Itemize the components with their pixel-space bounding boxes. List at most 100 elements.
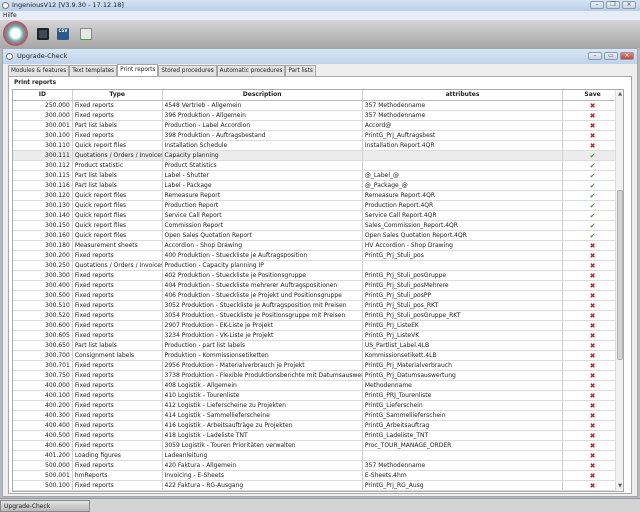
tab-stored-procedures[interactable]: Stored procedures [158, 65, 217, 76]
table-row[interactable]: 300.140 Quick report files Service Call Re… [13, 211, 623, 221]
cell-type: Fixed reports [73, 431, 163, 440]
table-row[interactable]: 500.000 Fixed reports 420 Faktura - Allgem… [13, 461, 623, 471]
table-row[interactable]: 500.100 Fixed reports 422 Faktura - RG-Aus… [13, 481, 623, 491]
table-row[interactable]: 300.000 Fixed reports 396 Produktion - All… [13, 111, 623, 121]
table-row[interactable]: 300.600 Fixed reports 2907 Produktion - EK… [13, 321, 623, 331]
table-row[interactable]: 300.001 Part list labels Production - Labe… [13, 121, 623, 131]
scrollbar-thumb[interactable] [617, 190, 623, 360]
restore-button[interactable]: ❐ [606, 1, 620, 9]
cell-id: 300.701 [13, 361, 73, 370]
csv-label: CSV [58, 28, 68, 33]
cell-attributes: Methodenname [363, 381, 564, 390]
table-row[interactable]: 400.100 Fixed reports 410 Logistik - Toure… [13, 391, 623, 401]
cell-type: Fixed reports [73, 331, 163, 340]
cell-save: ✖ [563, 121, 623, 130]
window-icon [6, 53, 13, 60]
mail-icon[interactable] [80, 28, 92, 40]
cross-icon: ✖ [589, 462, 596, 470]
cross-icon: ✖ [589, 472, 596, 480]
cell-type: Fixed reports [73, 381, 163, 390]
close-button[interactable]: × [622, 1, 636, 9]
table-row[interactable]: 400.200 Fixed reports 412 Logistik - Liefe… [13, 401, 623, 411]
table-row[interactable]: 400.500 Fixed reports 418 Logistik - Ladel… [13, 431, 623, 441]
column-header-type[interactable]: Type [73, 90, 163, 100]
table-row[interactable]: 300.701 Fixed reports 2956 Produktion - Ma… [13, 361, 623, 371]
table-row[interactable]: 300.110 Quick report files Installation Sc… [13, 141, 623, 151]
window-minimize-button[interactable]: – [588, 52, 602, 60]
table-row[interactable]: 300.111 Quotations / Orders / Invoices Cap… [13, 151, 623, 161]
table-row[interactable]: 300.510 Fixed reports 3052 Produktion - St… [13, 301, 623, 311]
window-maximize-button[interactable]: ▭ [604, 52, 618, 60]
table-row[interactable]: 300.700 Consignment labels Produktion - Ko… [13, 351, 623, 361]
cell-attributes: Accord@ [363, 121, 564, 130]
table-row[interactable]: 300.400 Fixed reports 404 Produktion - Stu… [13, 281, 623, 291]
cell-type: Fixed reports [73, 111, 163, 120]
cross-icon: ✖ [589, 132, 596, 140]
table-row[interactable]: 300.250 Quotations / Orders / Invoices Pro… [13, 261, 623, 271]
column-header-attributes[interactable]: attributes [363, 90, 564, 100]
tab-automatic-procedures[interactable]: Automatic procedures [216, 65, 286, 76]
table-row[interactable]: 300.300 Fixed reports 402 Produktion - Stu… [13, 271, 623, 281]
vertical-scrollbar[interactable]: ▲ ▼ [615, 90, 623, 491]
cell-description: 3054 Produktion - Stueckliste je Positio… [163, 311, 363, 320]
tab-text-templates[interactable]: Text templates [69, 65, 118, 76]
column-header-save[interactable]: Save [563, 90, 623, 100]
table-row[interactable]: 300.160 Quick report files Open Sales Quot… [13, 231, 623, 241]
save-icon[interactable] [37, 28, 49, 40]
table-row[interactable]: 300.520 Fixed reports 3054 Produktion - St… [13, 311, 623, 321]
window-close-button[interactable]: × [620, 52, 634, 60]
cross-icon: ✖ [589, 412, 596, 420]
csv-export-icon[interactable]: CSV [57, 28, 69, 40]
column-header-id[interactable]: ID [13, 90, 73, 100]
scroll-up-icon[interactable]: ▲ [616, 90, 623, 99]
cell-description: 416 Logistik - Arbeitsaufträge zu Projek… [163, 421, 363, 430]
table-row[interactable]: 500.001 hmReports Invoicing - E-Sheets E-Sh… [13, 471, 623, 481]
table-row[interactable]: 300.116 Part list labels Label - Package @_… [13, 181, 623, 191]
table-row[interactable]: 400.300 Fixed reports 414 Logistik - Samme… [13, 411, 623, 421]
column-header-description[interactable]: Description [163, 90, 363, 100]
table-row[interactable]: 401.200 Loading figures Ladeanleitung ✖ [13, 451, 623, 461]
table-row[interactable]: 250.000 Fixed reports 4548 Vertrieb - Allg… [13, 101, 623, 111]
table-row[interactable]: 400.600 Fixed reports 3059 Logistik - Tour… [13, 441, 623, 451]
table-row[interactable]: 400.400 Fixed reports 416 Logistik - Arbei… [13, 421, 623, 431]
cross-icon: ✖ [589, 282, 596, 290]
cell-id: 300.112 [13, 161, 73, 170]
cell-attributes: @_Package_@ [363, 181, 564, 190]
cell-id: 300.605 [13, 331, 73, 340]
table-row[interactable]: 300.750 Fixed reports 3738 Produktion - Fl… [13, 371, 623, 381]
table-row[interactable]: 300.180 Measurement sheets Accordion - Sho… [13, 241, 623, 251]
cell-description: Remeasure Report [163, 191, 363, 200]
table-row[interactable]: 300.200 Fixed reports 400 Produktion - Stu… [13, 251, 623, 261]
cell-id: 300.120 [13, 191, 73, 200]
cross-icon: ✖ [589, 482, 596, 490]
table-row[interactable]: 300.112 Product statistic Product Statisti… [13, 161, 623, 171]
cross-icon: ✖ [589, 312, 596, 320]
cell-description: Ladeanleitung [163, 451, 363, 460]
table-row[interactable]: 300.100 Fixed reports 398 Produktion - Auf… [13, 131, 623, 141]
app-logo[interactable] [3, 21, 28, 46]
menu-hilfe[interactable]: Hilfe [3, 12, 17, 19]
table-row[interactable]: 300.150 Quick report files Commission Repo… [13, 221, 623, 231]
tab-print-reports[interactable]: Print reports [117, 64, 159, 76]
table-row[interactable]: 300.120 Quick report files Remeasure Repor… [13, 191, 623, 201]
taskbar: Upgrade-Check [0, 498, 640, 512]
cell-save: ✖ [563, 401, 623, 410]
cross-icon: ✖ [589, 242, 596, 250]
table-row[interactable]: 400.000 Fixed reports 408 Logistik - Allge… [13, 381, 623, 391]
cell-id: 300.001 [13, 121, 73, 130]
table-row[interactable]: 300.500 Fixed reports 406 Produktion - Stu… [13, 291, 623, 301]
cell-description: 414 Logistik - Sammellieferscheine [163, 411, 363, 420]
tab-modules-features[interactable]: Modules & features [8, 65, 70, 76]
tab-part-lists[interactable]: Part lists [285, 65, 316, 76]
table-row[interactable]: 300.650 Part list labels Production - part… [13, 341, 623, 351]
cell-type: Fixed reports [73, 321, 163, 330]
table-row[interactable]: 300.605 Fixed reports 3234 Produktion - VK… [13, 331, 623, 341]
cell-attributes: PrintG_Prj_Materialverbrauch [363, 361, 564, 370]
cell-attributes: E-Sheets.4hm [363, 471, 564, 480]
table-row[interactable]: 300.115 Part list labels Label - Shutter @_… [13, 171, 623, 181]
scroll-down-icon[interactable]: ▼ [616, 482, 623, 491]
minimize-button[interactable]: – [590, 1, 604, 9]
cell-type: Loading figures [73, 451, 163, 460]
table-row[interactable]: 300.130 Quick report files Production Repo… [13, 201, 623, 211]
taskbar-item-upgrade-check[interactable]: Upgrade-Check [0, 500, 90, 512]
